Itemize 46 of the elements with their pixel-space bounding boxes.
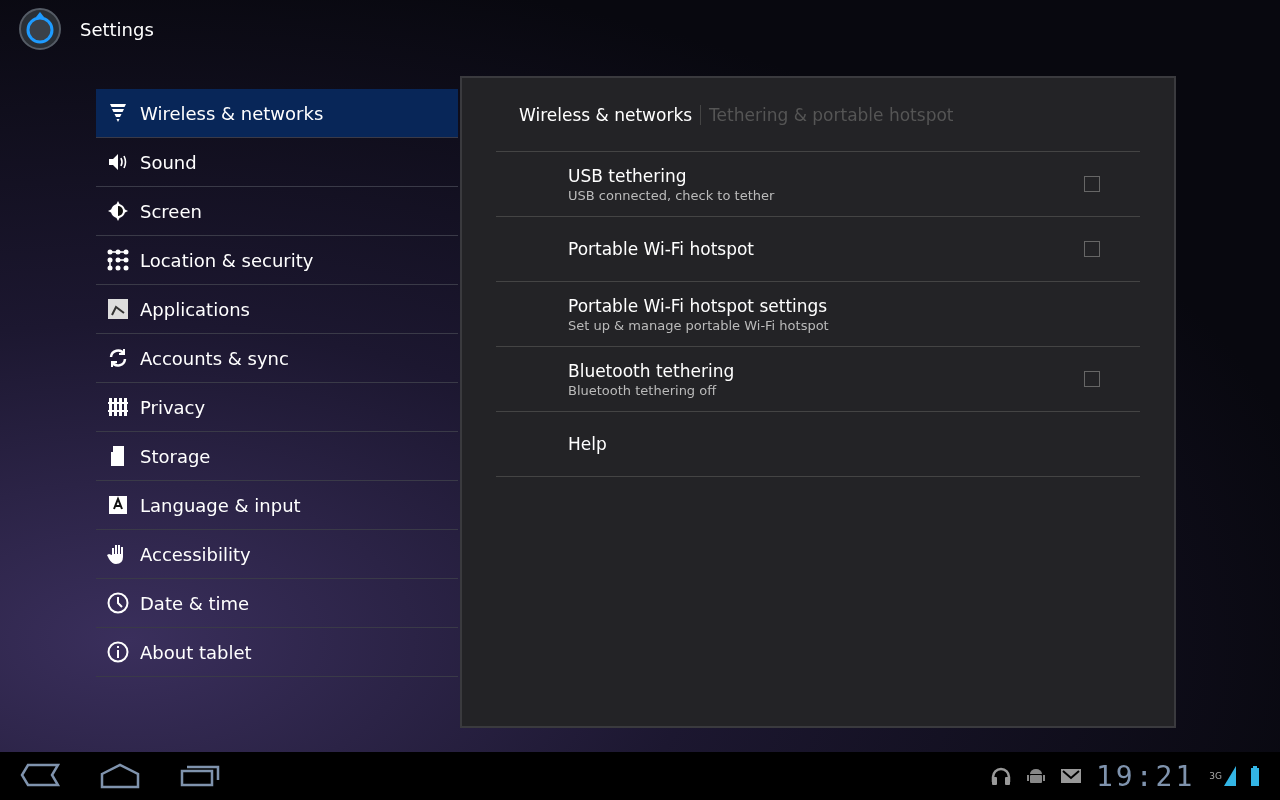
preference-title: Portable Wi-Fi hotspot bbox=[568, 239, 755, 259]
sidebar-item[interactable]: Date & time bbox=[96, 579, 458, 628]
sidebar-item[interactable]: Screen bbox=[96, 187, 458, 236]
fence-icon bbox=[106, 395, 130, 419]
battery-icon bbox=[1250, 766, 1260, 786]
preference-title: Help bbox=[568, 434, 608, 454]
preference-summary: USB connected, check to tether bbox=[568, 187, 776, 203]
mail-icon[interactable] bbox=[1060, 768, 1082, 784]
sidebar-item[interactable]: Privacy bbox=[96, 383, 458, 432]
back-icon[interactable] bbox=[20, 763, 60, 787]
settings-app-icon[interactable] bbox=[19, 8, 61, 50]
sidebar-item[interactable]: Language & input bbox=[96, 481, 458, 530]
dot-grid-icon bbox=[106, 248, 130, 272]
home-icon[interactable] bbox=[100, 763, 140, 789]
sidebar-item[interactable]: Applications bbox=[96, 285, 458, 334]
preference-row[interactable]: USB tethering USB connected, check to tether bbox=[496, 152, 1140, 217]
preference-title: USB tethering bbox=[568, 165, 688, 186]
preference-row[interactable]: Portable Wi-Fi hotspot bbox=[496, 217, 1140, 282]
preference-summary: Bluetooth tethering off bbox=[568, 382, 718, 398]
network-type-label: 3G bbox=[1209, 770, 1222, 781]
sidebar-item[interactable]: About tablet bbox=[96, 628, 458, 677]
clock-icon bbox=[106, 591, 130, 615]
sidebar-item[interactable]: Location & security bbox=[96, 236, 458, 285]
sidebar-item[interactable]: Storage bbox=[96, 432, 458, 481]
breadcrumb-link[interactable]: Wireless & networks bbox=[519, 104, 702, 125]
preference-row[interactable]: Help bbox=[496, 412, 1140, 477]
signal-icon bbox=[1224, 766, 1236, 786]
checkbox[interactable] bbox=[1084, 241, 1100, 257]
preference-summary: Set up & manage portable Wi-Fi hotspot bbox=[568, 317, 830, 333]
sidebar-item[interactable]: Wireless & networks bbox=[96, 89, 458, 138]
preference-title: Bluetooth tethering bbox=[568, 360, 736, 381]
checkbox[interactable] bbox=[1084, 176, 1100, 192]
sidebar-item[interactable]: Accounts & sync bbox=[96, 334, 458, 383]
headphones-icon[interactable] bbox=[990, 766, 1012, 786]
app-title: Settings bbox=[80, 18, 154, 40]
recent-apps-icon[interactable] bbox=[180, 763, 220, 787]
checkbox[interactable] bbox=[1084, 371, 1100, 387]
preference-row[interactable]: Bluetooth tethering Bluetooth tethering off bbox=[496, 347, 1140, 412]
brightness-icon bbox=[106, 199, 130, 223]
letter-a-icon bbox=[106, 493, 130, 517]
sidebar-item[interactable]: Sound bbox=[96, 138, 458, 187]
info-icon bbox=[106, 640, 130, 664]
preference-title: Portable Wi-Fi hotspot settings bbox=[568, 295, 829, 316]
sidebar-item[interactable]: Accessibility bbox=[96, 530, 458, 579]
status-clock[interactable]: 19:21 bbox=[1096, 759, 1196, 793]
preference-row[interactable]: Portable Wi-Fi hotspot settings Set up & manage portable Wi-Fi hotspot bbox=[496, 282, 1140, 347]
